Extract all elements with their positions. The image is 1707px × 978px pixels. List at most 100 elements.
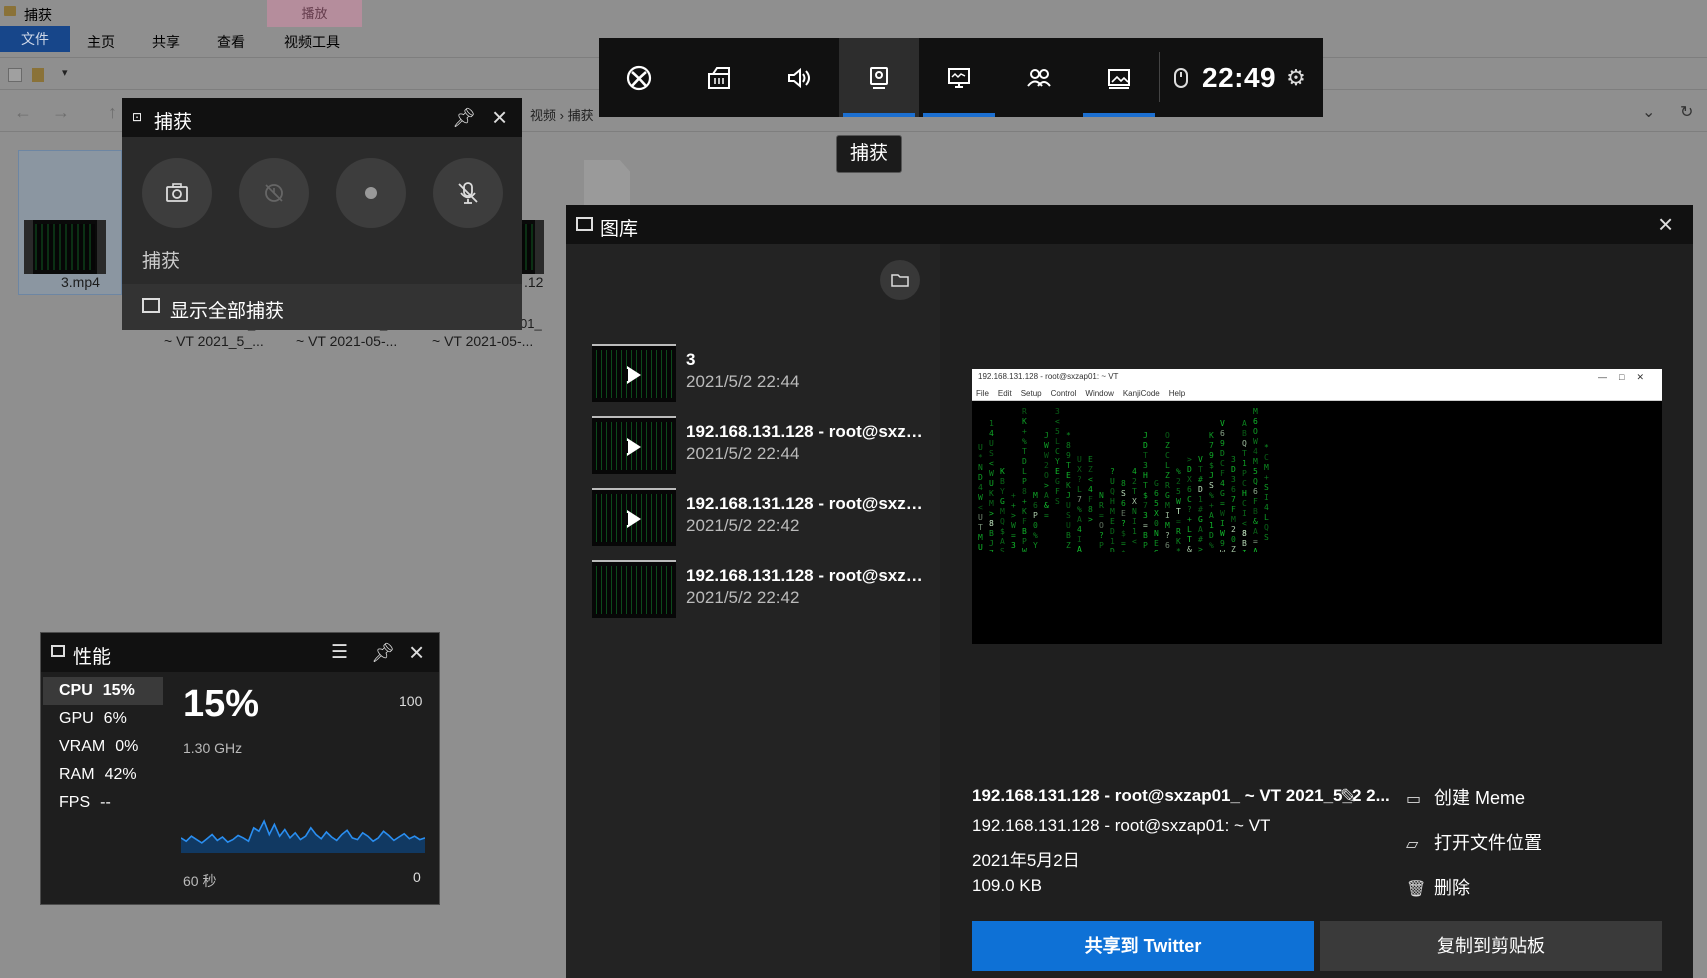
capture-widget-header[interactable]: ⊡ 捕获 📌︎ ×	[122, 98, 522, 137]
gallery-header[interactable]: 图库 ×	[566, 205, 1693, 244]
metric-ram[interactable]: RAM 42%	[43, 761, 163, 789]
svg-text:W: W	[1220, 509, 1225, 518]
screenshot-button[interactable]	[142, 158, 212, 228]
svg-text:D: D	[1220, 449, 1225, 458]
svg-text:L: L	[1055, 437, 1060, 446]
svg-text:T: T	[1022, 447, 1027, 456]
close-icon[interactable]: ×	[492, 102, 507, 133]
ribbon-tab-file[interactable]: 文件	[0, 26, 70, 52]
widget-menu-button[interactable]	[679, 38, 759, 117]
svg-text:D: D	[1231, 465, 1236, 474]
create-meme-button[interactable]: ▭ 创建 Meme	[1406, 784, 1525, 810]
metric-gpu[interactable]: GPU 6%	[43, 705, 163, 733]
svg-text:%: %	[1022, 437, 1027, 446]
pencil-edit-icon[interactable]: ✎	[1340, 784, 1357, 809]
svg-text:+: +	[1209, 501, 1214, 510]
preview-menu-bar: File Edit Setup Control Window KanjiCode Help	[972, 387, 1662, 401]
capture-section-label: 捕获	[142, 251, 181, 272]
ribbon-tab-home[interactable]: 主页	[87, 32, 115, 52]
capture-small-icon: ⊡	[132, 110, 143, 124]
svg-text:3: 3	[1231, 455, 1236, 464]
svg-text:3: 3	[1143, 511, 1148, 520]
svg-text:J: J	[1209, 471, 1214, 480]
performance-widget: 性能 ☰ 📌︎ × CPU 15% GPU 6% VRAM 0% RAM 42% FPS -- 1…	[40, 632, 440, 905]
file-name[interactable]: ~ VT 2021-05-...	[432, 333, 533, 349]
breadcrumb-capture[interactable]: 捕获	[568, 108, 594, 123]
capture-list-item[interactable]: 192.168.131.128 - root@sxzap... 2021/5/2 …	[592, 488, 926, 548]
capture-list-item[interactable]: 192.168.131.128 - root@sxzap... 2021/5/2 …	[592, 416, 926, 476]
file-name[interactable]: ~ VT 2021-05-...	[296, 333, 397, 349]
breadcrumb-videos[interactable]: 视频	[530, 108, 556, 123]
pin-icon[interactable]: 📌︎	[371, 641, 395, 665]
capture-widget: ⊡ 捕获 📌︎ × 捕获 显示全部捕获	[122, 98, 522, 330]
forward-arrow-icon[interactable]: →	[52, 102, 70, 123]
ribbon-tab-view[interactable]: 查看	[217, 32, 245, 52]
record-last-30s-button[interactable]	[239, 158, 309, 228]
gallery-button[interactable]	[1079, 38, 1159, 117]
performance-widget-header[interactable]: 性能 ☰ 📌︎ ×	[41, 633, 439, 672]
copy-to-clipboard-button[interactable]: 复制到剪贴板	[1320, 921, 1662, 971]
customize-dropdown-icon[interactable]: ▾	[62, 66, 68, 79]
svg-text:S: S	[1209, 481, 1214, 490]
capture-list-item[interactable]: 3 2021/5/2 22:44	[592, 344, 922, 404]
svg-text:S: S	[1066, 511, 1071, 520]
close-icon[interactable]: ×	[1658, 209, 1673, 240]
svg-text:#: #	[1099, 551, 1104, 552]
back-arrow-icon[interactable]: ←	[14, 102, 32, 123]
ribbon-tab-video-tools[interactable]: 视频工具	[284, 32, 340, 52]
show-all-captures-button[interactable]: 显示全部捕获	[122, 284, 522, 330]
video-thumbnail[interactable]	[24, 220, 106, 274]
svg-text:E: E	[1121, 509, 1126, 518]
start-recording-button[interactable]	[336, 158, 406, 228]
metric-fps[interactable]: FPS --	[43, 789, 163, 817]
svg-text:L: L	[1077, 485, 1082, 494]
mouse-icon[interactable]	[1174, 67, 1188, 88]
delete-button[interactable]: 🗑︎ 删除	[1406, 874, 1470, 900]
share-to-twitter-button[interactable]: 共享到 Twitter	[972, 921, 1314, 971]
breadcrumb[interactable]: 视频 › 捕获	[530, 105, 594, 124]
metric-vram[interactable]: VRAM 0%	[43, 733, 163, 761]
ribbon-contextual-tab-play[interactable]: 播放	[267, 0, 362, 27]
open-folder-button[interactable]	[880, 260, 920, 300]
capture-window-title: 192.168.131.128 - root@sxzap01: ~ VT	[972, 816, 1271, 835]
preview-menu-item: Help	[1168, 389, 1186, 398]
chevron-down-icon[interactable]: ⌄	[1642, 102, 1655, 122]
metric-cpu[interactable]: CPU 15%	[43, 677, 163, 705]
up-arrow-icon[interactable]: ↑	[108, 102, 117, 123]
svg-text:%: %	[1077, 505, 1082, 514]
svg-text:N: N	[1154, 529, 1159, 538]
ribbon-tab-share[interactable]: 共享	[152, 32, 180, 52]
close-icon[interactable]: ×	[409, 637, 424, 668]
metric-value: 0%	[115, 738, 139, 755]
capture-preview[interactable]: 192.168.131.128 - root@sxzap01: ~ VT —□✕…	[972, 369, 1662, 644]
svg-text:3: 3	[1011, 541, 1016, 550]
svg-text:U: U	[989, 439, 994, 448]
capture-button[interactable]	[839, 38, 919, 117]
svg-text:D: D	[1209, 531, 1214, 540]
pin-icon[interactable]: 📌︎	[452, 106, 476, 130]
microphone-toggle-button[interactable]	[433, 158, 503, 228]
svg-text:?: ?	[1099, 531, 1104, 540]
svg-text:T: T	[1066, 551, 1071, 552]
gear-icon[interactable]: ⚙	[1286, 65, 1306, 91]
options-sliders-icon[interactable]: ☰	[331, 641, 348, 664]
xbox-button[interactable]	[599, 38, 679, 117]
refresh-icon[interactable]: ↻	[1680, 102, 1693, 122]
audio-button[interactable]	[759, 38, 839, 117]
open-file-location-button[interactable]: ▱ 打开文件位置	[1406, 829, 1542, 855]
social-button[interactable]	[999, 38, 1079, 117]
capture-list-item[interactable]: 192.168.131.128 - root@sxzap... 2021/5/2 …	[592, 560, 926, 620]
capture-item-name: 192.168.131.128 - root@sxzap...	[686, 422, 926, 441]
svg-text:L: L	[1022, 467, 1027, 476]
svg-text:B: B	[1242, 429, 1247, 438]
svg-text:C: C	[1242, 499, 1247, 508]
new-folder-icon[interactable]	[32, 68, 44, 82]
svg-text:I: I	[1264, 493, 1269, 502]
performance-button[interactable]	[919, 38, 999, 117]
svg-text:M: M	[1165, 521, 1170, 530]
file-name[interactable]: ~ VT 2021_5_...	[164, 333, 264, 349]
capture-tooltip: 捕获	[836, 135, 902, 173]
svg-text:1: 1	[1132, 527, 1137, 536]
properties-icon[interactable]	[8, 68, 22, 82]
file-name[interactable]: 3.mp4	[61, 274, 100, 290]
